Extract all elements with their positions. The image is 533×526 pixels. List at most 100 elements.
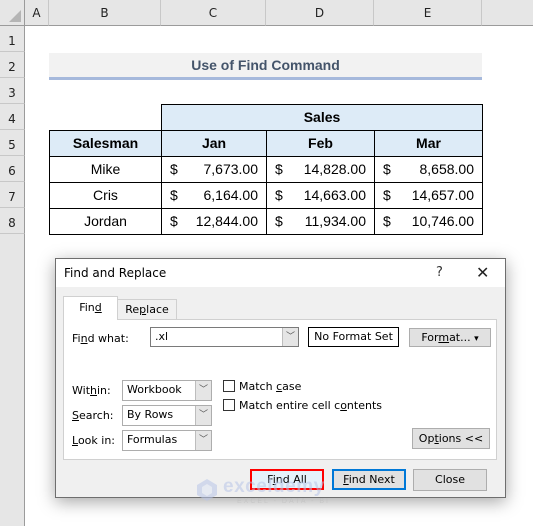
cell-sales-value[interactable]: $12,844.00 (161, 208, 267, 235)
group-header-sales: Sales (161, 104, 483, 131)
find-next-button[interactable]: Find Next (332, 469, 406, 490)
button-label: For (421, 331, 439, 344)
match-entire-cell-checkbox[interactable] (223, 399, 235, 411)
chevron-down-icon[interactable]: ﹀ (195, 381, 211, 400)
within-select[interactable]: Workbook ﹀ (122, 380, 212, 401)
dialog-title-bar[interactable]: Find and Replace ? ✕ (56, 259, 505, 287)
row-header-6[interactable]: 6 (0, 156, 25, 182)
find-what-value: .xl (155, 330, 169, 343)
cell-sales-value[interactable]: $14,828.00 (266, 156, 375, 183)
close-icon[interactable]: ✕ (476, 263, 489, 282)
amount: 14,657.00 (411, 187, 474, 203)
button-label: ions << (438, 432, 484, 445)
row-header-5[interactable]: 5 (0, 130, 25, 156)
column-header-a[interactable]: A (25, 0, 49, 26)
label-text: d what: (87, 332, 129, 345)
within-value: Workbook (127, 383, 182, 396)
find-what-label: Find what: (72, 332, 129, 345)
column-header-e[interactable]: E (374, 0, 482, 26)
header-jan: Jan (161, 130, 267, 157)
currency-symbol: $ (170, 187, 178, 203)
amount: 6,164.00 (203, 187, 259, 203)
header-mar: Mar (374, 130, 483, 157)
row-header-4[interactable]: 4 (0, 104, 25, 130)
label-text: in: (97, 384, 111, 397)
match-case-label[interactable]: Match case (239, 380, 301, 393)
label-accesskey: n (80, 332, 88, 345)
label-text: Match (239, 380, 277, 393)
button-accesskey: m (438, 331, 450, 344)
row-header-3[interactable]: 3 (0, 78, 25, 104)
currency-symbol: $ (170, 213, 178, 229)
amount: 14,828.00 (303, 161, 366, 177)
row-header-7[interactable]: 7 (0, 182, 25, 208)
cell-sales-value[interactable]: $14,663.00 (266, 182, 375, 209)
cell-salesman[interactable]: Mike (49, 156, 162, 183)
label-text: earch: (78, 409, 114, 422)
dropdown-arrow-icon: ▾ (474, 334, 479, 344)
search-value: By Rows (127, 408, 174, 421)
look-in-select[interactable]: Formulas ﹀ (122, 430, 212, 451)
label-text: ase (282, 380, 302, 393)
chevron-down-icon[interactable]: ﹀ (195, 406, 211, 425)
header-feb: Feb (266, 130, 375, 157)
format-preview: No Format Set (308, 327, 399, 347)
label-accesskey: h (90, 384, 97, 397)
currency-symbol: $ (383, 161, 391, 177)
row-header-1[interactable]: 1 (0, 26, 25, 52)
tab-replace[interactable]: Replace (117, 299, 177, 320)
column-header-b[interactable]: B (49, 0, 161, 26)
search-select[interactable]: By Rows ﹀ (122, 405, 212, 426)
within-label: Within: (72, 384, 111, 397)
chevron-down-icon[interactable]: ﹀ (282, 328, 298, 346)
row-header-2[interactable]: 2 (0, 52, 25, 78)
find-what-input[interactable]: .xl ﹀ (150, 327, 299, 347)
tab-label-accesskey: d (94, 301, 102, 314)
cell-sales-value[interactable]: $14,657.00 (374, 182, 483, 209)
label-text: ntents (346, 399, 382, 412)
help-icon[interactable]: ? (436, 265, 443, 280)
currency-symbol: $ (275, 161, 283, 177)
button-label: ind Next (348, 473, 395, 486)
tab-find[interactable]: Find (63, 296, 118, 320)
row-header-8[interactable]: 8 (0, 208, 25, 234)
match-case-checkbox[interactable] (223, 380, 235, 392)
cell-sales-value[interactable]: $8,658.00 (374, 156, 483, 183)
find-all-button[interactable]: Find All (250, 469, 324, 490)
label-text: Fi (72, 332, 81, 345)
select-all-corner[interactable] (0, 0, 25, 26)
currency-symbol: $ (170, 161, 178, 177)
cell-sales-value[interactable]: $7,673.00 (161, 156, 267, 183)
column-header-c[interactable]: C (161, 0, 266, 26)
amount: 10,746.00 (411, 213, 474, 229)
cell-salesman[interactable]: Cris (49, 182, 162, 209)
close-button[interactable]: Close (413, 469, 487, 491)
cell-sales-value[interactable]: $11,934.00 (266, 208, 375, 235)
column-header-f[interactable] (482, 0, 533, 26)
button-label: at... (449, 331, 471, 344)
find-replace-dialog: Find and Replace ? ✕ Find Replace Find w… (55, 258, 506, 498)
label-text: ook in: (77, 434, 115, 447)
currency-symbol: $ (275, 213, 283, 229)
column-header-d[interactable]: D (266, 0, 374, 26)
amount: 11,934.00 (304, 213, 366, 229)
tab-label: lace (146, 303, 169, 316)
cell-sales-value[interactable]: $10,746.00 (374, 208, 483, 235)
row-header-filler (0, 234, 25, 526)
amount: 14,663.00 (303, 187, 366, 203)
cell-sales-value[interactable]: $6,164.00 (161, 182, 267, 209)
currency-symbol: $ (383, 187, 391, 203)
cell-salesman[interactable]: Jordan (49, 208, 162, 235)
match-entire-cell-label[interactable]: Match entire cell contents (239, 399, 382, 412)
amount: 7,673.00 (203, 161, 259, 177)
currency-symbol: $ (275, 187, 283, 203)
options-button[interactable]: Options << (412, 428, 490, 449)
header-salesman: Salesman (49, 130, 162, 157)
chevron-down-icon[interactable]: ﹀ (195, 431, 211, 450)
button-label: Op (418, 432, 435, 445)
format-button[interactable]: Format... ▾ (409, 328, 491, 347)
search-label: Search: (72, 409, 114, 422)
amount: 8,658.00 (419, 161, 475, 177)
tab-label: Fin (79, 301, 95, 314)
label-text: Match entire cell c (239, 399, 341, 412)
